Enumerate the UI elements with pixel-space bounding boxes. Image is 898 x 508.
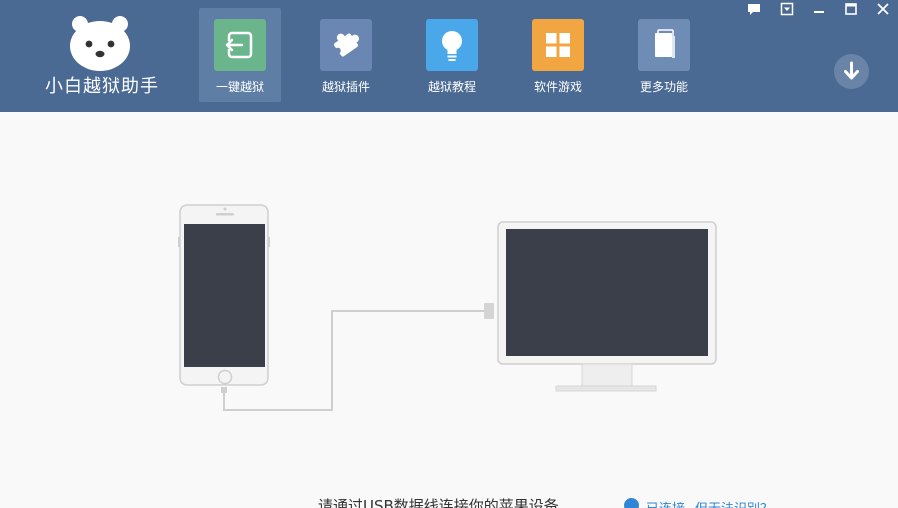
feedback-icon <box>748 4 760 15</box>
toolbar-apps-button[interactable]: 软件游戏 <box>517 8 599 102</box>
lightbulb-icon <box>426 19 478 71</box>
toolbar-more-button[interactable]: 更多功能 <box>623 8 705 102</box>
toolbar-item-label: 更多功能 <box>639 80 688 94</box>
toolbar-item-label: 越狱教程 <box>427 80 476 94</box>
maximize-icon <box>845 3 857 15</box>
grid-apps-icon <box>532 19 584 71</box>
maximize-button[interactable] <box>838 0 864 18</box>
toolbar-tutorial-button[interactable]: 越狱教程 <box>411 8 493 102</box>
monitor-illustration <box>497 221 717 392</box>
download-manager-button[interactable] <box>834 54 869 89</box>
connection-illustration <box>178 204 717 411</box>
toolbar-item-label: 一键越狱 <box>215 80 264 94</box>
connection-status-bar: 请通过USB数据线连接你的苹果设备 已连接 但无法识别？ <box>0 489 898 508</box>
book-icon <box>638 19 690 71</box>
connection-status-icon <box>624 498 639 508</box>
minimize-button[interactable] <box>806 0 832 18</box>
app-logo: 小白越狱助手 <box>40 10 164 100</box>
minimize-icon <box>814 11 824 13</box>
connect-prompt-text: 请通过USB数据线连接你的苹果设备 <box>318 497 559 508</box>
menu-button[interactable] <box>774 0 800 18</box>
exit-arrow-icon <box>214 19 266 71</box>
app-title: 小白越狱助手 <box>45 76 159 97</box>
cannot-recognize-link[interactable]: 但无法识别？ <box>695 498 773 508</box>
feedback-button[interactable] <box>741 0 767 18</box>
toolbar-item-label: 软件游戏 <box>533 80 582 94</box>
toolbar-item-label: 越狱插件 <box>321 80 370 94</box>
bear-logo-icon <box>70 16 130 71</box>
menu-icon <box>780 2 794 16</box>
toolbar-jailbreak-button[interactable]: 一键越狱 <box>199 8 281 102</box>
connected-link[interactable]: 已连接 <box>646 498 685 508</box>
close-icon <box>877 3 889 15</box>
iphone-illustration <box>178 204 270 386</box>
close-button[interactable] <box>870 0 896 18</box>
toolbar-plugins-button[interactable]: 越狱插件 <box>305 8 387 102</box>
download-arrow-icon <box>844 61 859 80</box>
top-toolbar: 小白越狱助手 一键越狱 越狱插件 越狱教程 软件游戏 更多功能 <box>0 0 898 112</box>
puzzle-icon <box>320 19 372 71</box>
